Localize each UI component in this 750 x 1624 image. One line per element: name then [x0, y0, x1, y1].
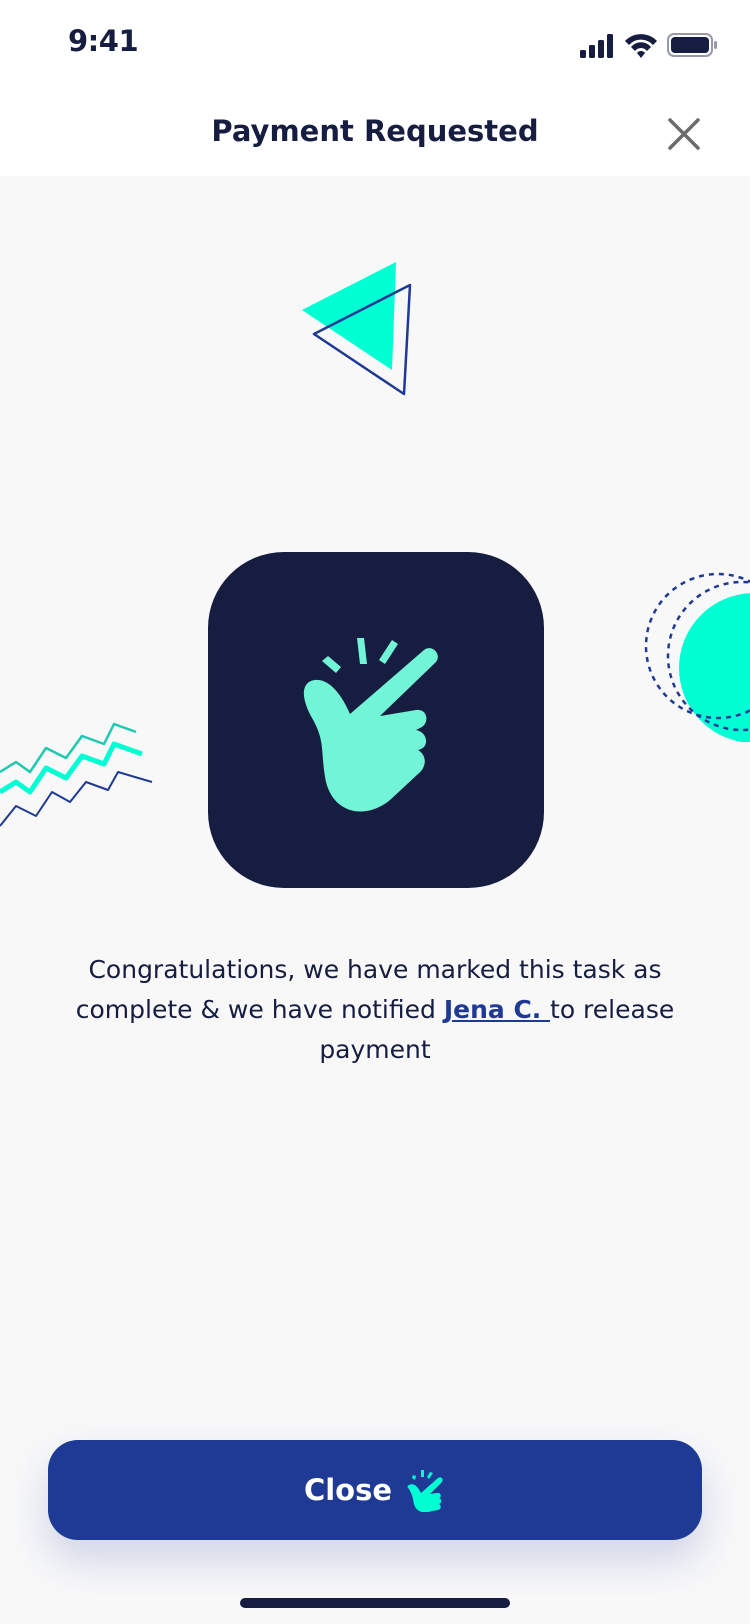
hero-icon-tile	[208, 552, 544, 888]
battery-icon	[667, 33, 717, 57]
close-button-label: Close	[303, 1473, 393, 1507]
home-indicator[interactable]	[240, 1598, 510, 1608]
close-icon[interactable]	[666, 116, 702, 152]
signal-icon	[580, 34, 613, 58]
wifi-icon	[625, 34, 657, 58]
nav-bar: Payment Requested	[0, 88, 750, 176]
status-icons-svg	[580, 33, 717, 58]
page-title: Payment Requested	[211, 114, 539, 148]
circle-decoration	[644, 572, 750, 742]
status-bar: 9:41	[0, 0, 750, 88]
client-name-link[interactable]: Jena C.	[444, 995, 550, 1024]
triangle-decoration	[302, 262, 412, 396]
status-icons	[580, 30, 720, 60]
confirmation-message: Congratulations, we have marked this tas…	[70, 950, 680, 1070]
zigzag-decoration	[0, 722, 153, 827]
finger-snap-icon	[407, 1470, 443, 1512]
close-button[interactable]: Close	[48, 1440, 702, 1540]
finger-snap-icon	[303, 638, 438, 812]
status-time: 9:41	[68, 24, 139, 58]
